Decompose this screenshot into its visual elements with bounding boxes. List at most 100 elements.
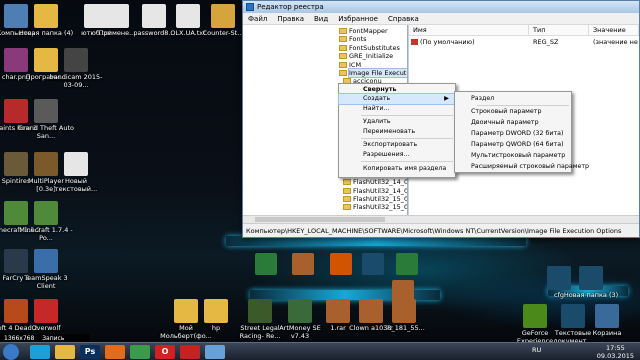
value-row[interactable]: (По умолчанию) (411, 38, 529, 47)
regedit-icon[interactable] (205, 345, 225, 359)
context-menu-item[interactable]: Экспортировать (339, 140, 455, 150)
context-menu-item[interactable]: Переименовать (339, 127, 455, 137)
folder-icon (339, 44, 347, 51)
column-name[interactable]: Имя (409, 25, 529, 36)
desktop-icon[interactable]: Новая папка (4) (18, 4, 74, 38)
desktop-icon-label: Grand Theft Auto San... (18, 125, 74, 140)
nvidia-icon (523, 304, 547, 328)
desktop-icon-label: Корзина (592, 330, 622, 337)
context-menu-item-label: Переименовать (363, 128, 416, 135)
tree-node-label: Fonts (349, 35, 367, 44)
explorer-icon[interactable] (55, 345, 75, 359)
value-data: (значение не присвоено) (593, 38, 639, 46)
tree-node-label: FontMapper (349, 27, 388, 35)
scrollbar-thumb[interactable] (255, 217, 385, 222)
desktop-icon[interactable]: Minecraft 1.7.4 - Po... (18, 201, 74, 242)
tree-node-label: GRE_Initialize (349, 52, 394, 61)
start-orb-icon[interactable] (3, 344, 19, 360)
window-titlebar[interactable]: Редактор реестра (243, 1, 639, 13)
desktop-icon-label: Новый текстовый... (54, 178, 98, 193)
desktop-icon[interactable]: Корзина (579, 304, 635, 338)
menu-help[interactable]: Справка (388, 13, 419, 24)
column-type[interactable]: Тип (529, 25, 589, 36)
folder-icon (343, 196, 351, 202)
folder-icon (34, 4, 58, 28)
context-menu-item-label: Копировать имя раздела (363, 165, 447, 172)
desktop-tile[interactable] (255, 253, 277, 275)
window-title: Редактор реестра (257, 3, 324, 11)
clock-time: 17:55 (606, 344, 625, 352)
context-menu-item[interactable]: Копировать имя раздела (339, 164, 455, 174)
regedit-icon (246, 3, 254, 11)
overwolf-icon (34, 299, 58, 323)
photoshop-icon[interactable]: Ps (80, 345, 100, 359)
game-icon (34, 99, 58, 123)
tree-node[interactable]: FlashUtil32_15_0_0_167_pepper.e (343, 203, 407, 212)
status-bar: Компьютер\HKEY_LOCAL_MACHINE\SOFTWARE\Mi… (243, 223, 639, 237)
folder-icon (343, 179, 351, 186)
context-menu-item-label: Создать (363, 95, 391, 102)
submenu-arrow-icon: ▶ (444, 95, 449, 102)
menu-bar: Файл Правка Вид Избранное Справка (243, 13, 639, 25)
context-menu-item-label: Свернуть (363, 86, 397, 93)
opera-icon[interactable]: O (155, 345, 175, 359)
youtube-icon[interactable] (180, 345, 200, 359)
tree-node-label: FlashUtil32_15_0_0_152_pepper.e (353, 195, 408, 203)
folder-icon (339, 61, 347, 68)
desktop-icon[interactable]: 38_181_55... (376, 299, 432, 333)
column-value[interactable]: Значение (589, 25, 639, 36)
media-player-icon[interactable] (105, 345, 125, 359)
language-indicator[interactable]: RU (532, 346, 541, 354)
desktop-tile[interactable] (292, 253, 314, 275)
desktop-tile[interactable] (396, 253, 418, 275)
submenu-item[interactable]: Строковый параметр (455, 107, 571, 117)
menu-file[interactable]: Файл (248, 13, 267, 24)
menu-view[interactable]: Вид (314, 13, 328, 24)
horizontal-scrollbar[interactable] (243, 215, 639, 223)
desktop-tile[interactable] (362, 253, 384, 275)
folder-icon (339, 53, 347, 60)
context-menu-item[interactable]: Удалить (339, 117, 455, 127)
menu-separator (477, 105, 569, 106)
tree-node-label: FontSubstitutes (349, 43, 400, 52)
menu-separator (361, 161, 453, 162)
teamspeak-icon (34, 249, 58, 273)
clock[interactable]: 17:55 09.03.2015 (597, 344, 634, 360)
context-menu-item[interactable]: Найти... (339, 104, 455, 114)
folder-icon (204, 299, 228, 323)
folder-icon (339, 70, 347, 76)
tree-node-label: FlashUtil32_14_0_0_125_pepper.e (353, 178, 408, 187)
desktop-icon[interactable]: Новый текстовый... (48, 152, 104, 193)
desktop-icon[interactable]: Overwolf (18, 299, 74, 333)
skype-icon[interactable] (30, 345, 50, 359)
desktop-icon[interactable]: TeamSpeak 3 Client (18, 249, 74, 290)
desktop-icon-label: Новая папка (3) (563, 292, 619, 299)
menu-edit[interactable]: Правка (277, 13, 304, 24)
folder-icon (339, 36, 347, 43)
tree-node-label: FlashUtil32_14_0_0_145_pepper.e (353, 186, 408, 195)
submenu-item[interactable]: Расширяемый строковый параметр (455, 162, 589, 172)
submenu-item[interactable]: Двоичный параметр (455, 118, 571, 128)
context-menu-item[interactable]: Разрешения... (339, 150, 455, 160)
submenu-item[interactable]: Параметр DWORD (32 бита) (455, 129, 571, 139)
clock-date: 09.03.2015 (596, 352, 634, 360)
context-menu-item[interactable]: Создать ▶ (338, 93, 456, 105)
menu-favorites[interactable]: Избранное (338, 13, 378, 24)
desktop-icon[interactable]: Новая папка (3) (563, 266, 619, 300)
desktop-icon[interactable]: bandicam 2015-03-09... (48, 48, 104, 89)
desktop-tile[interactable] (392, 280, 414, 302)
desktop-tile[interactable] (330, 253, 352, 275)
create-submenu: Раздел Строковый параметр Двоичный парамет… (454, 91, 589, 173)
desktop-icon-label: 38_181_55... (383, 325, 425, 332)
submenu-item[interactable]: Параметр QWORD (64 бита) (455, 140, 571, 150)
submenu-item[interactable]: Мультистроковый параметр (455, 151, 571, 161)
desktop-icon[interactable]: Grand Theft Auto San... (18, 99, 74, 140)
desktop-icon-label: Новая папка (4) (18, 30, 74, 37)
context-menu-item-label: Разрешения... (363, 151, 410, 158)
chrome-icon[interactable] (130, 345, 150, 359)
submenu-item[interactable]: Раздел (455, 94, 571, 104)
desktop-icon-label: TeamSpeak 3 Client (24, 275, 68, 290)
folder-icon (343, 187, 351, 194)
video-file-icon (64, 48, 88, 72)
context-menu-item-label: Экспортировать (363, 141, 418, 148)
